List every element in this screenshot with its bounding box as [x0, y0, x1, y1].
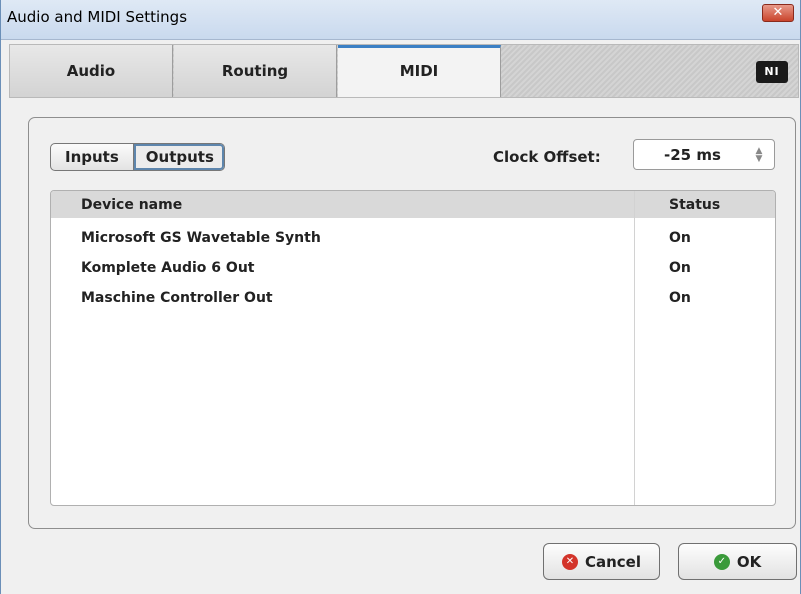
column-header-status[interactable]: Status: [669, 197, 720, 213]
cancel-label: Cancel: [584, 552, 641, 571]
list-header: Device name Status: [51, 191, 775, 218]
check-icon: ✓: [713, 553, 730, 570]
device-name-cell: Komplete Audio 6 Out: [81, 260, 255, 276]
device-name-cell: Maschine Controller Out: [81, 290, 273, 306]
ok-label: OK: [736, 552, 762, 571]
clock-offset-spinbox[interactable]: -25 ms ▲ ▼: [633, 139, 775, 170]
outputs-button[interactable]: Outputs: [133, 144, 224, 170]
status-cell[interactable]: On: [669, 290, 691, 306]
spinner-arrows-icon[interactable]: ▲ ▼: [754, 147, 764, 164]
tab-routing[interactable]: Routing: [174, 45, 337, 97]
io-toggle: Inputs Outputs: [50, 143, 225, 171]
column-header-device-name[interactable]: Device name: [81, 197, 182, 213]
table-row[interactable]: Komplete Audio 6 Out On: [51, 254, 775, 284]
title-bar: Audio and MIDI Settings ✕: [1, 0, 800, 40]
cancel-icon: ✕: [561, 553, 578, 570]
close-icon: ✕: [772, 5, 784, 20]
table-row[interactable]: Microsoft GS Wavetable Synth On: [51, 224, 775, 254]
settings-window: Audio and MIDI Settings ✕ Audio Routing …: [0, 0, 801, 594]
tab-midi[interactable]: MIDI: [338, 45, 501, 97]
table-row[interactable]: Maschine Controller Out On: [51, 284, 775, 314]
ni-logo: NI: [756, 61, 788, 83]
device-list[interactable]: Device name Status Microsoft GS Wavetabl…: [50, 190, 776, 506]
tab-bar: Audio Routing MIDI NI: [9, 44, 799, 98]
tab-audio[interactable]: Audio: [10, 45, 173, 97]
inputs-button[interactable]: Inputs: [51, 144, 134, 170]
device-name-cell: Microsoft GS Wavetable Synth: [81, 230, 321, 246]
ni-logo-text: NI: [764, 65, 780, 78]
clock-offset-value: -25 ms: [664, 146, 721, 164]
clock-offset-label: Clock Offset:: [493, 148, 601, 166]
status-cell[interactable]: On: [669, 260, 691, 276]
close-window-button[interactable]: ✕: [762, 4, 794, 22]
cancel-button[interactable]: ✕ Cancel: [543, 543, 660, 580]
status-cell[interactable]: On: [669, 230, 691, 246]
window-title: Audio and MIDI Settings: [7, 8, 188, 26]
midi-panel: Inputs Outputs Clock Offset: -25 ms ▲ ▼ D…: [28, 117, 796, 529]
ok-button[interactable]: ✓ OK: [678, 543, 797, 580]
